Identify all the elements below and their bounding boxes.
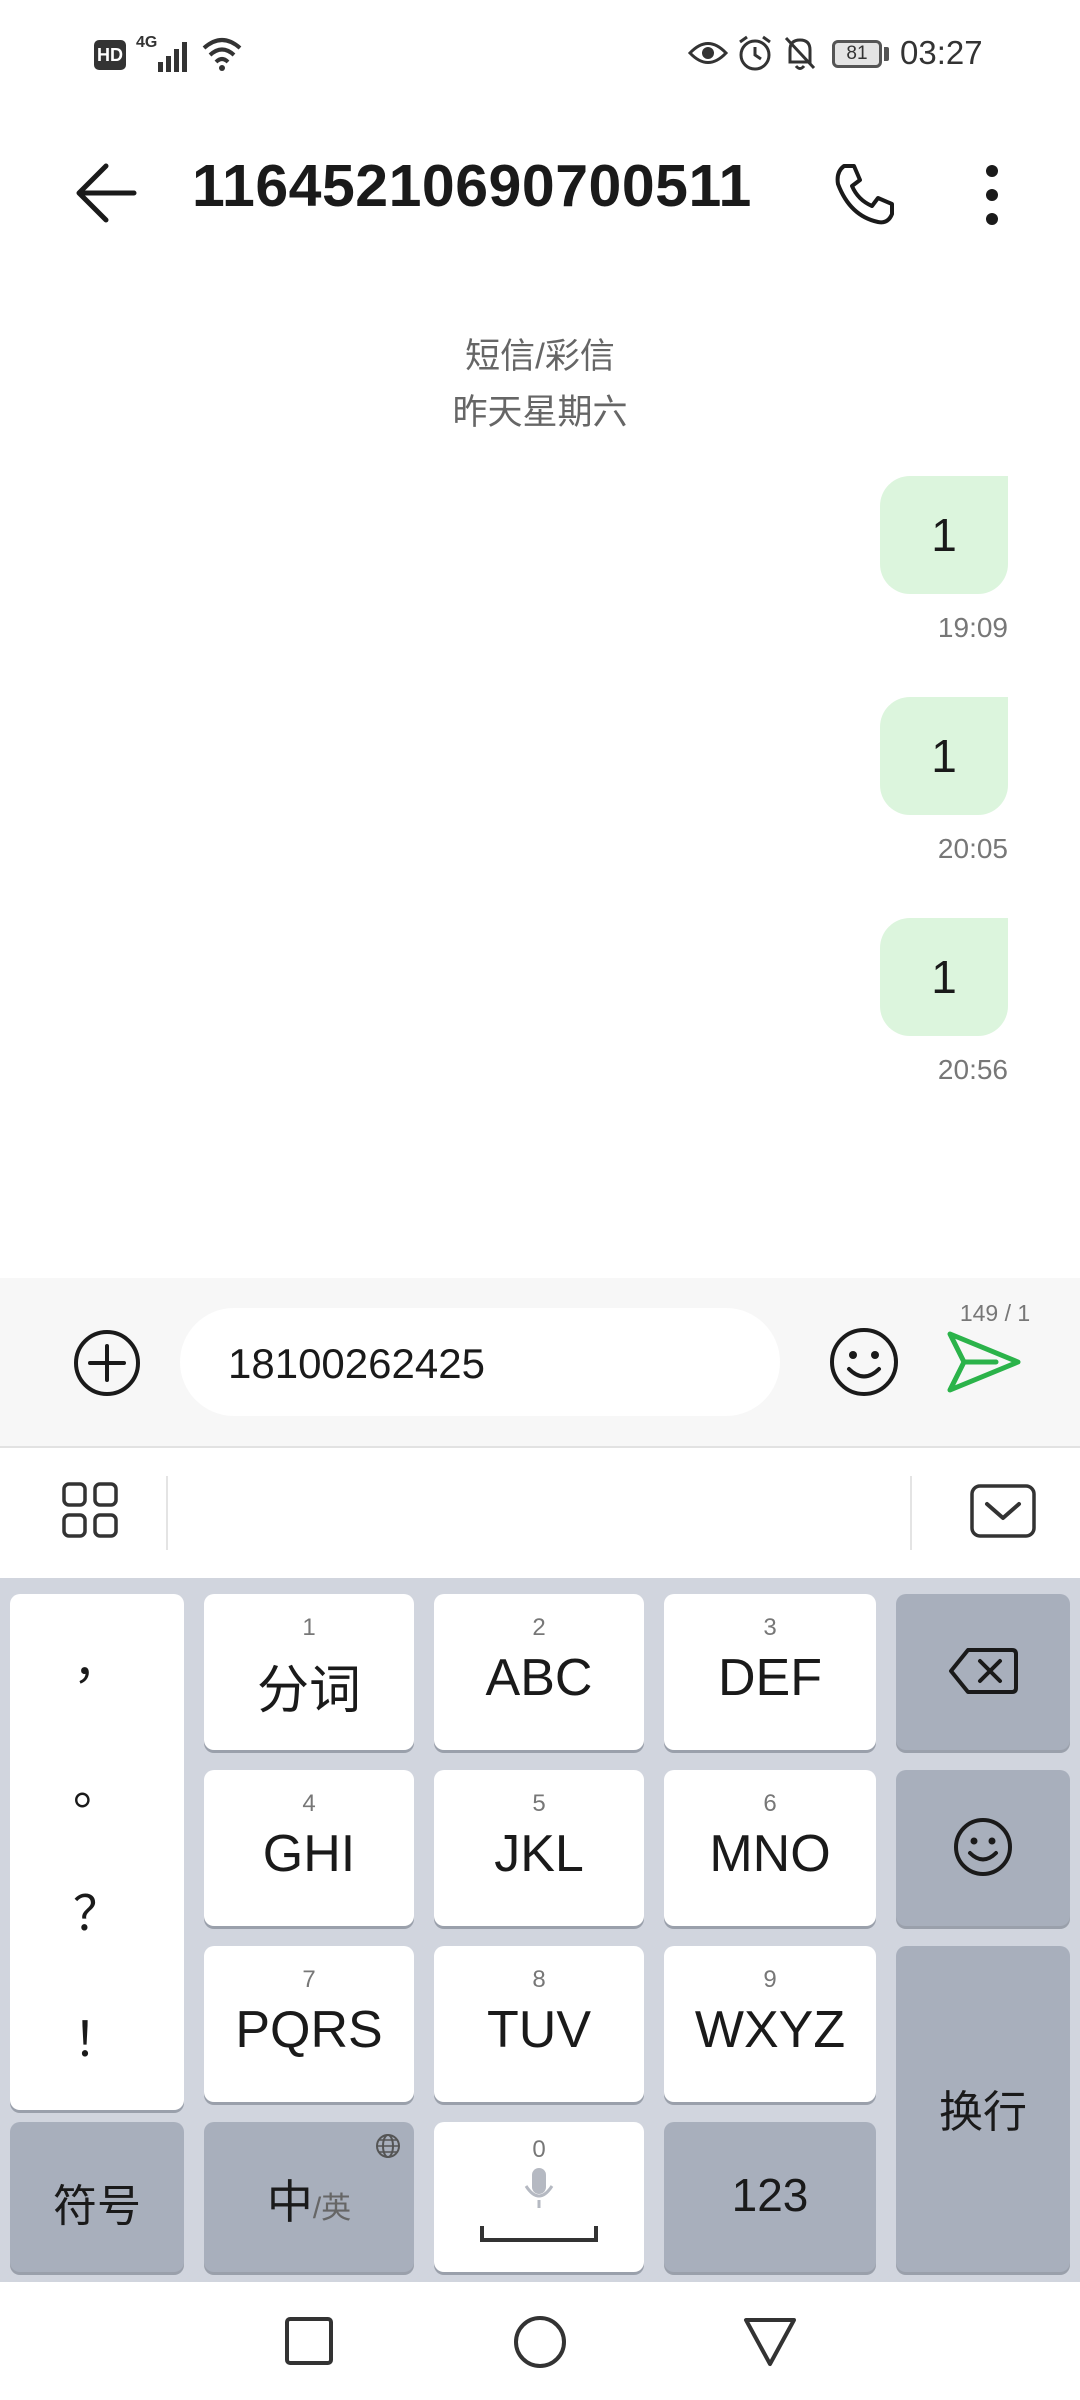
key-5[interactable]: 5 JKL <box>434 1770 644 1926</box>
space-bar-icon <box>480 2226 598 2242</box>
hd-icon: HD <box>94 40 126 70</box>
emoji-key[interactable] <box>896 1770 1070 1926</box>
backspace-key[interactable] <box>896 1594 1070 1750</box>
symbols-key-label: 符号 <box>53 2182 141 2231</box>
key-3[interactable]: 3 DEF <box>664 1594 876 1750</box>
key-number: 3 <box>763 1614 777 1641</box>
eye-icon <box>688 42 728 64</box>
toolbar-divider <box>166 1476 168 1550</box>
numbers-key[interactable]: 123 <box>664 2122 876 2272</box>
language-label: 中/英 <box>204 2166 414 2232</box>
exclamation-key[interactable]: ！ <box>10 2000 184 2070</box>
punctuation-key-column[interactable]: ， 。 ？ ！ <box>10 1594 184 2110</box>
phone-icon[interactable] <box>830 160 898 228</box>
key-7[interactable]: 7 PQRS <box>204 1946 414 2102</box>
key-label: TUV <box>487 2001 591 2059</box>
back-nav-icon[interactable] <box>742 2314 798 2368</box>
globe-icon <box>376 2134 400 2158</box>
key-6[interactable]: 6 MNO <box>664 1770 876 1926</box>
emoji-icon <box>954 1818 1012 1876</box>
thread-date-label: 昨天星期六 <box>452 393 628 432</box>
key-number: 6 <box>763 1790 777 1817</box>
keyboard: ， 。 ？ ！ 1 分词 2 ABC 3 DEF 4 GHI 5 JKL 6 M… <box>0 1578 1080 2282</box>
key-label: 分词 <box>256 1662 361 1720</box>
key-label: WXYZ <box>694 2001 846 2059</box>
message-time: 20:56 <box>937 1054 1008 1085</box>
alarm-icon <box>739 35 771 71</box>
key-number: 2 <box>532 1614 546 1641</box>
keyboard-menu-icon[interactable] <box>62 1482 118 1538</box>
question-key[interactable]: ？ <box>10 1874 184 1944</box>
network-type: 4G <box>136 34 158 51</box>
symbols-key[interactable]: 符号 <box>10 2122 184 2272</box>
key-label: JKL <box>494 1825 584 1883</box>
language-switch-key[interactable]: 中/英 <box>204 2122 414 2272</box>
key-4[interactable]: 4 GHI <box>204 1770 414 1926</box>
message-bubble[interactable]: 1 <box>880 918 1008 1036</box>
key-label: PQRS <box>235 2001 383 2059</box>
character-counter: 149 / 1 <box>959 1300 1031 1326</box>
keyboard-toolbar <box>0 1448 1080 1578</box>
key-2[interactable]: 2 ABC <box>434 1594 644 1750</box>
message-time: 19:09 <box>937 612 1008 643</box>
status-bar: HD 4G 81 03:27 <box>0 0 1080 110</box>
period-key[interactable]: 。 <box>10 1748 184 1818</box>
space-key[interactable]: 0 <box>434 2122 644 2272</box>
key-label: MNO <box>709 1825 831 1883</box>
add-circle-icon[interactable] <box>72 1328 142 1398</box>
enter-key[interactable]: 换行 <box>896 1946 1070 2272</box>
thread-type-label: 短信/彩信 <box>465 337 615 376</box>
key-label: GHI <box>262 1825 356 1883</box>
status-time: 03:27 <box>900 34 983 71</box>
key-9[interactable]: 9 WXYZ <box>664 1946 876 2102</box>
comma-key[interactable]: ， <box>10 1622 184 1692</box>
key-number: 1 <box>302 1614 316 1641</box>
recent-apps-icon[interactable] <box>284 2316 334 2366</box>
language-main: 中 <box>266 2176 313 2228</box>
enter-key-label: 换行 <box>939 2088 1027 2137</box>
wifi-icon <box>202 38 242 71</box>
battery-tip <box>884 47 889 61</box>
language-alt: /英 <box>312 2192 352 2225</box>
battery-icon: 81 <box>832 40 882 68</box>
key-number: 0 <box>532 2136 546 2163</box>
back-arrow-icon[interactable] <box>72 160 142 226</box>
microphone-icon <box>524 2168 554 2208</box>
page-title: 11645210690700511 <box>192 153 752 219</box>
signal-icon <box>158 42 187 72</box>
bell-off-icon <box>784 36 816 70</box>
home-icon[interactable] <box>512 2314 568 2370</box>
message-input-value: 18100262425 <box>228 1340 485 1387</box>
message-bubble[interactable]: 1 <box>880 476 1008 594</box>
backspace-icon <box>949 1648 1018 1694</box>
key-number: 9 <box>763 1966 777 1993</box>
key-number: 8 <box>532 1966 546 1993</box>
message-bubble[interactable]: 1 <box>880 697 1008 815</box>
key-label: DEF <box>718 1649 822 1707</box>
key-number: 4 <box>302 1790 316 1817</box>
key-1[interactable]: 1 分词 <box>204 1594 414 1750</box>
more-vertical-icon[interactable] <box>978 162 1006 228</box>
numbers-key-label: 123 <box>731 2169 809 2221</box>
hide-keyboard-icon[interactable] <box>970 1484 1036 1538</box>
key-number: 5 <box>532 1790 546 1817</box>
emoji-icon[interactable] <box>828 1326 900 1398</box>
message-time: 20:05 <box>937 833 1008 864</box>
key-label: ABC <box>485 1649 593 1707</box>
send-icon[interactable] <box>946 1330 1022 1394</box>
key-8[interactable]: 8 TUV <box>434 1946 644 2102</box>
key-number: 7 <box>302 1966 316 1993</box>
toolbar-divider <box>910 1476 912 1550</box>
